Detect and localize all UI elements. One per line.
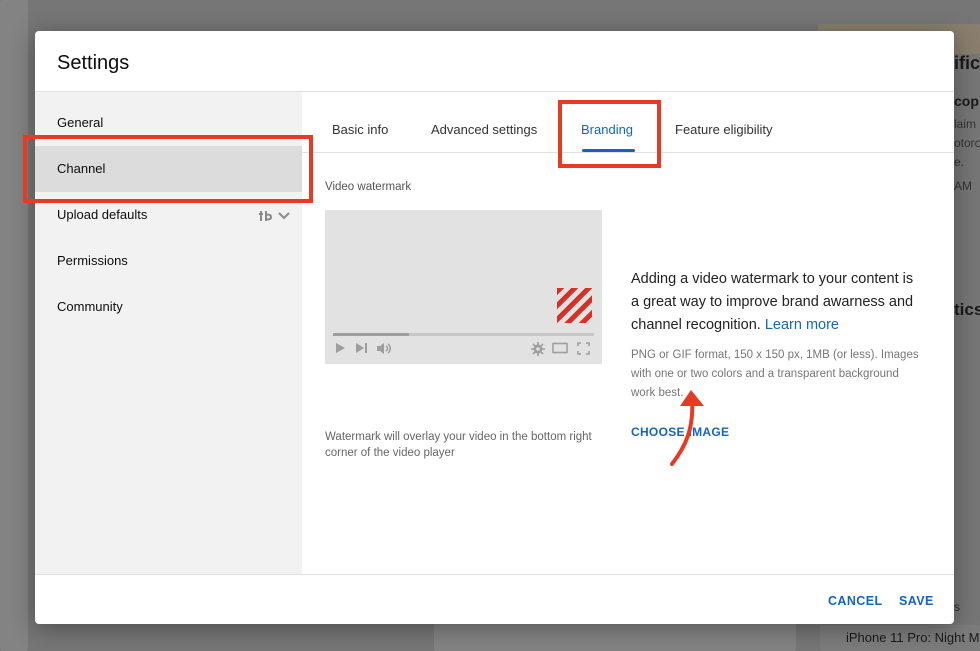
dialog-title: Settings	[57, 52, 130, 74]
cancel-button[interactable]: CANCEL	[828, 594, 882, 608]
next-icon	[356, 343, 367, 353]
sidebar-item-label: General	[57, 115, 104, 130]
fullscreen-icon	[577, 342, 590, 355]
tab-feature-eligibility[interactable]: Feature eligibility	[675, 92, 773, 153]
bg-text: AM	[954, 179, 972, 193]
sidebar-item-label: Community	[57, 299, 123, 314]
learn-more-link[interactable]: Learn more	[765, 317, 839, 333]
sidebar-item-label: Permissions	[57, 253, 128, 268]
tab-advanced-settings[interactable]: Advanced settings	[431, 92, 537, 153]
bg-text: tics	[954, 300, 980, 319]
bg-text: iPhone 11 Pro: Night Mo	[846, 630, 980, 645]
player-progress-fill	[333, 333, 409, 336]
bg-text: ifica	[954, 53, 980, 73]
tab-basic-info[interactable]: Basic info	[332, 92, 388, 153]
bg-text: laim	[954, 117, 977, 131]
watermark-preview-player	[325, 210, 602, 364]
bg-text: s	[954, 600, 960, 614]
watermark-description: Adding a video watermark to your content…	[631, 268, 921, 337]
annotation-box-channel	[23, 135, 313, 203]
watermark-placeholder	[557, 288, 592, 323]
settings-dialog: Settings General Channel Upload defaults…	[35, 31, 954, 624]
bg-text: e.	[954, 155, 965, 169]
play-icon	[336, 343, 345, 353]
bg-text: cop	[954, 93, 979, 109]
sidebar-item-permissions[interactable]: Permissions	[35, 238, 302, 284]
section-title: Video watermark	[325, 181, 412, 193]
bg-panel	[0, 0, 28, 651]
watermark-caption: Watermark will overlay your video in the…	[325, 431, 592, 459]
save-button[interactable]: SAVE	[899, 594, 934, 608]
bg-panel	[434, 620, 796, 651]
annotation-box-branding	[558, 100, 661, 168]
annotation-arrow-icon	[670, 390, 704, 466]
volume-icon	[377, 343, 391, 354]
dialog-header: Settings	[35, 31, 954, 92]
theater-mode-icon	[552, 342, 568, 354]
dialog-footer: CANCEL SAVE	[35, 574, 954, 624]
sidebar-item-community[interactable]: Community	[35, 284, 302, 330]
bg-text: otorc	[954, 136, 980, 150]
sidebar-item-label: Upload defaults	[57, 207, 148, 222]
settings-gear-icon	[531, 342, 545, 356]
